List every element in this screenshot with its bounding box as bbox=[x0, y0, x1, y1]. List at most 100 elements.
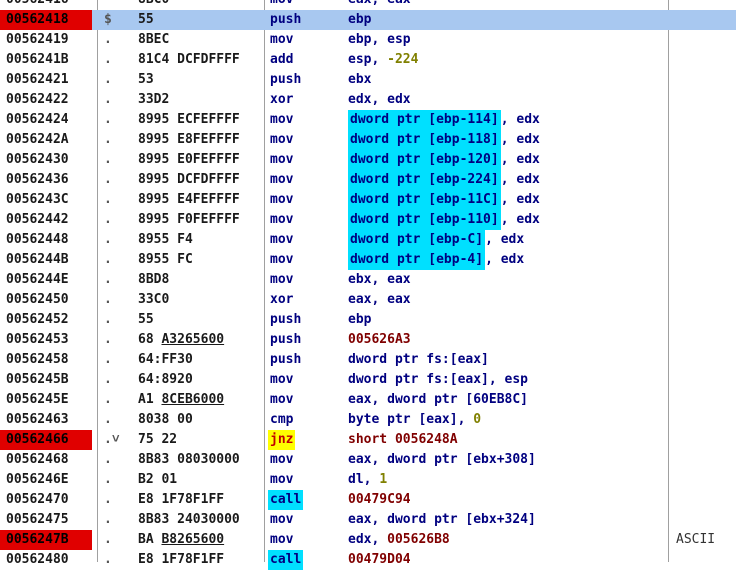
instruction-row[interactable]: 00562448. 8955 F4 mov dword ptr [ebp-C], ed… bbox=[0, 230, 736, 250]
instruction-row[interactable]: 0056245E. A1 8CEB6000 mov eax, dword ptr [6… bbox=[0, 390, 736, 410]
mnemonic-cell: mov bbox=[268, 390, 348, 410]
instruction-row[interactable]: 00562468. 8B83 08030000 mov eax, dword ptr … bbox=[0, 450, 736, 470]
mnemonic-cell: push bbox=[268, 10, 348, 30]
operand: ebp bbox=[348, 12, 372, 27]
operand: 1 bbox=[379, 472, 388, 487]
hex-bytes-cell: 64:FF30 bbox=[138, 352, 193, 367]
instruction-row[interactable]: 0056243C. 8995 E4FEFFFF mov dword ptr [ebp-… bbox=[0, 190, 736, 210]
comment-cell bbox=[676, 170, 736, 190]
mnemonic: mov bbox=[270, 452, 294, 467]
mnemonic: push bbox=[270, 332, 302, 347]
instruction-row[interactable]: 0056244E. 8BD8 mov ebx, eax bbox=[0, 270, 736, 290]
flow-marker: . bbox=[104, 372, 112, 387]
address-cell: 00562475 bbox=[6, 512, 69, 527]
instruction-row[interactable]: 00562418 $55 push ebp bbox=[0, 10, 736, 30]
instruction-row[interactable]: 00562458. 64:FF30 push dword ptr fs:[eax] bbox=[0, 350, 736, 370]
comment-cell bbox=[676, 150, 736, 170]
instruction-row[interactable]: 00562430. 8995 E0FEFFFF mov dword ptr [ebp-… bbox=[0, 150, 736, 170]
address-cell: 0056244E bbox=[6, 272, 69, 287]
mnemonic: mov bbox=[270, 152, 294, 167]
mnemonic: cmp bbox=[270, 412, 294, 427]
disassembly-view[interactable]: 005624168BC0moveax, eax00562418$55pusheb… bbox=[0, 0, 736, 570]
instruction-row[interactable]: 00562419. 8BEC mov ebp, esp bbox=[0, 30, 736, 50]
operand: , edx bbox=[485, 252, 525, 267]
mnemonic: mov bbox=[270, 132, 294, 147]
address-cell: 00562450 bbox=[6, 292, 69, 307]
hex-bytes-cell: 8995 F0FEFFFF bbox=[138, 212, 240, 227]
operands-cell: esp, -224 bbox=[348, 50, 668, 70]
mnemonic: push bbox=[270, 72, 302, 87]
comment-cell bbox=[676, 290, 736, 310]
comment-cell bbox=[676, 190, 736, 210]
operand: edx, edx bbox=[348, 92, 411, 107]
mnemonic: mov bbox=[270, 532, 294, 547]
instruction-row[interactable]: 00562480. E8 1F78F1FF call 00479D04 bbox=[0, 550, 736, 570]
mnemonic: call bbox=[268, 490, 304, 510]
mnemonic: mov bbox=[270, 512, 294, 527]
flow-marker: . bbox=[104, 292, 112, 307]
flow-marker: . bbox=[104, 112, 112, 127]
instruction-row[interactable]: 00562422. 33D2 xor edx, edx bbox=[0, 90, 736, 110]
comment-cell bbox=[676, 550, 736, 570]
flow-marker: . bbox=[104, 132, 112, 147]
operands-cell: ebp bbox=[348, 310, 668, 330]
operand: dword ptr [ebp-118] bbox=[348, 130, 501, 150]
instruction-row[interactable]: 00562466 .˅ 75 22 jnz short 0056248A bbox=[0, 430, 736, 450]
mnemonic: xor bbox=[270, 92, 294, 107]
operand: ebp bbox=[348, 312, 372, 327]
hex-bytes-cell: E8 1F78F1FF bbox=[138, 552, 225, 567]
instruction-row[interactable]: 0056245B. 64:8920 mov dword ptr fs:[eax], e… bbox=[0, 370, 736, 390]
operands-cell: dword ptr [ebp-4], edx bbox=[348, 250, 668, 270]
hex-bytes-cell: 53 bbox=[138, 72, 154, 87]
flow-marker: . bbox=[104, 52, 112, 67]
address-cell: 0056245B bbox=[6, 372, 69, 387]
instruction-row[interactable]: 00562475. 8B83 24030000 mov eax, dword ptr … bbox=[0, 510, 736, 530]
instruction-row[interactable]: 0056247B. BA B8265600 mov edx, 005626B8 ASCI… bbox=[0, 530, 736, 550]
instruction-row[interactable]: 00562450. 33C0 xor eax, eax bbox=[0, 290, 736, 310]
instruction-row[interactable]: 0056246E. B2 01 mov dl, 1 bbox=[0, 470, 736, 490]
mnemonic-cell: push bbox=[268, 350, 348, 370]
flow-marker: . bbox=[104, 412, 112, 427]
instruction-row[interactable]: 0056244B. 8955 FC mov dword ptr [ebp-4], ed… bbox=[0, 250, 736, 270]
address-cell: 00562468 bbox=[6, 452, 69, 467]
mnemonic-cell: mov bbox=[268, 170, 348, 190]
operand: , edx bbox=[500, 192, 540, 207]
mnemonic-cell: push bbox=[268, 70, 348, 90]
mnemonic-cell: jnz bbox=[268, 430, 348, 450]
flow-marker: . bbox=[104, 452, 112, 467]
instruction-row[interactable]: 00562424. 8995 ECFEFFFF mov dword ptr [ebp-… bbox=[0, 110, 736, 130]
instruction-row[interactable]: 00562452. 55 push ebp bbox=[0, 310, 736, 330]
operands-cell: dword ptr [ebp-120], edx bbox=[348, 150, 668, 170]
flow-marker: . bbox=[104, 472, 112, 487]
instruction-row[interactable]: 00562421. 53 push ebx bbox=[0, 70, 736, 90]
operands-cell: edx, edx bbox=[348, 90, 668, 110]
address-cell: 00562453 bbox=[6, 332, 69, 347]
operand: dword ptr [ebp-110] bbox=[348, 210, 501, 230]
instruction-row[interactable]: 00562442. 8995 F0FEFFFF mov dword ptr [ebp-… bbox=[0, 210, 736, 230]
instruction-row[interactable]: 0056241B. 81C4 DCFDFFFF add esp, -224 bbox=[0, 50, 736, 70]
instruction-row[interactable]: 00562416 8BC0mov eax, eax bbox=[0, 0, 736, 10]
mnemonic: call bbox=[268, 550, 304, 570]
operands-cell: dword ptr [ebp-224], edx bbox=[348, 170, 668, 190]
mnemonic: mov bbox=[270, 192, 294, 207]
address-cell: 00562418 bbox=[0, 10, 92, 30]
flow-marker: . bbox=[104, 532, 112, 547]
comment-cell bbox=[676, 270, 736, 290]
mnemonic-cell: xor bbox=[268, 290, 348, 310]
comment-cell bbox=[676, 410, 736, 430]
comment-cell bbox=[676, 330, 736, 350]
address-cell: 00562436 bbox=[6, 172, 69, 187]
instruction-row[interactable]: 00562463. 8038 00 cmp byte ptr [eax], 0 bbox=[0, 410, 736, 430]
operand: dword ptr fs:[eax], esp bbox=[348, 372, 529, 387]
instruction-row[interactable]: 0056242A. 8995 E8FEFFFF mov dword ptr [ebp-… bbox=[0, 130, 736, 150]
address-cell: 0056247B bbox=[0, 530, 92, 550]
instruction-row[interactable]: 00562470. E8 1F78F1FF call 00479C94 bbox=[0, 490, 736, 510]
instruction-row[interactable]: 00562436. 8995 DCFDFFFF mov dword ptr [ebp-… bbox=[0, 170, 736, 190]
mnemonic-cell: cmp bbox=[268, 410, 348, 430]
mnemonic: mov bbox=[270, 372, 294, 387]
address-cell: 0056241B bbox=[6, 52, 69, 67]
flow-marker bbox=[104, 0, 134, 10]
instruction-row[interactable]: 00562453. 68 A3265600 push 005626A3 bbox=[0, 330, 736, 350]
mnemonic-cell: mov bbox=[268, 190, 348, 210]
hex-bytes-cell: 8995 ECFEFFFF bbox=[138, 112, 240, 127]
